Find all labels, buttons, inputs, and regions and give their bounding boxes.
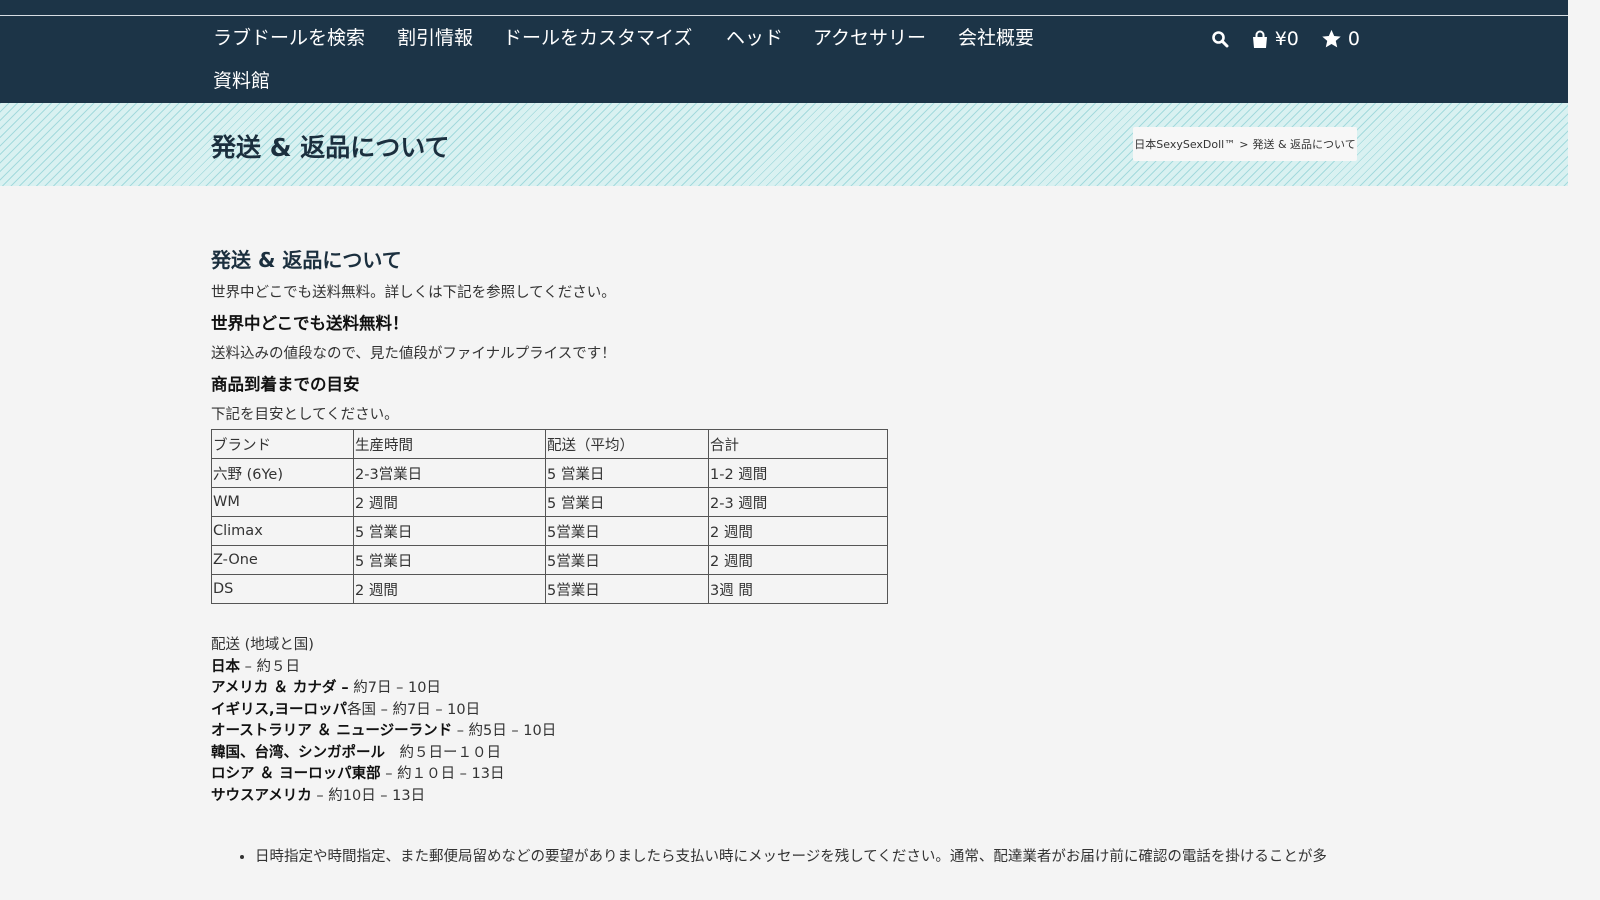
table-header-row: ブランド 生産時間 配送（平均） 合計 (211, 429, 888, 459)
free-shipping-heading: 世界中どこでも送料無料！ (211, 314, 409, 333)
region-time: – 約5日 – 10日 (452, 723, 557, 739)
table-header: ブランド (211, 429, 354, 459)
nav-item-search-dolls[interactable]: ラブドールを検索 (213, 25, 365, 51)
table-header: 配送（平均） (545, 429, 709, 459)
table-cell: 5営業日 (545, 574, 709, 604)
nav-item-customize[interactable]: ドールをカスタマイズ (503, 25, 692, 51)
shipping-notes: 日時指定や時間指定、また郵便局留めなどの要望がありましたら支払い時にメッセージを… (211, 847, 1351, 867)
table-cell: 5営業日 (545, 545, 709, 575)
intro-text: 世界中どこでも送料無料。詳しくは下記を参照してください。 (211, 285, 616, 301)
bag-icon (1252, 30, 1267, 48)
breadcrumb: 日本SexySexDoll™ > 発送 & 返品について (1133, 127, 1357, 161)
search-button[interactable] (1211, 30, 1229, 48)
region-time: 約7日 – 10日 (348, 680, 441, 696)
page-title: 発送 & 返品について (211, 133, 450, 162)
table-cell: 5 営業日 (353, 545, 546, 575)
region-line: 日本 – 約５日 (211, 657, 1351, 679)
shipping-regions: 配送 (地域と国) 日本 – 約５日 アメリカ ＆ カナダ – 約7日 – 10… (211, 635, 1351, 807)
nav-item-heads[interactable]: ヘッド (726, 25, 783, 51)
table-row: DS 2 週間 5営業日 3週 間 (211, 574, 888, 604)
region-time: – 約１０日 – 13日 (380, 766, 505, 782)
nav-item-accessories[interactable]: アクセサリー (813, 25, 926, 51)
nav-item-archive[interactable]: 資料館 (213, 68, 270, 94)
region-name: アメリカ ＆ カナダ – (211, 680, 349, 696)
region-line: イギリス,ヨーロッパ各国 – 約7日 – 10日 (211, 700, 1351, 722)
arrival-heading: 商品到着までの目安 (211, 375, 360, 394)
nav-item-discounts[interactable]: 割引情報 (397, 25, 473, 51)
table-cell: 1-2 週間 (708, 458, 888, 488)
breadcrumb-current: 発送 & 返品について (1252, 138, 1356, 151)
cart-amount: ¥0 (1274, 28, 1299, 50)
region-time: – 約10日 – 13日 (311, 787, 426, 804)
table-cell: 2-3 週間 (708, 487, 888, 517)
table-cell: 2-3営業日 (353, 458, 546, 488)
table-cell: 5 営業日 (545, 487, 709, 517)
table-cell: 5 営業日 (353, 516, 546, 546)
region-name: 韓国、台湾、シンガポール (211, 744, 385, 761)
list-item: 日時指定や時間指定、また郵便局留めなどの要望がありましたら支払い時にメッセージを… (255, 847, 1351, 867)
cart-button[interactable]: ¥0 (1251, 26, 1299, 52)
free-shipping-text: 送料込みの値段なので、見た値段がファイナルプライスです！ (211, 346, 616, 362)
top-divider (0, 15, 1568, 16)
table-cell: Z-One (211, 545, 354, 575)
table-row: WM 2 週間 5 営業日 2-3 週間 (211, 487, 888, 517)
table-cell: 3週 間 (708, 574, 888, 604)
region-time: – 約５日 (240, 658, 300, 675)
region-line: ロシア ＆ ヨーロッパ東部 – 約１０日 – 13日 (211, 764, 1351, 786)
region-name: イギリス,ヨーロッパ (211, 701, 348, 718)
region-name: サウスアメリカ (211, 787, 312, 804)
table-cell: 5 営業日 (545, 458, 709, 488)
breadcrumb-separator: > (1239, 137, 1249, 151)
delivery-time-table: ブランド 生産時間 配送（平均） 合計 六野 (6Ye) 2-3営業日 5 営業… (211, 429, 888, 604)
region-name: オーストラリア ＆ ニュージーランド (211, 723, 453, 739)
nav-item-company[interactable]: 会社概要 (958, 25, 1034, 51)
star-icon (1322, 29, 1341, 48)
region-name: 日本 (211, 658, 240, 675)
table-cell: 2 週間 (708, 516, 888, 546)
breadcrumb-home-link[interactable]: 日本SexySexDoll™ (1134, 136, 1235, 152)
region-name: ロシア ＆ ヨーロッパ東部 (211, 766, 381, 782)
region-line: 韓国、台湾、シンガポール 約５日ー１０日 (211, 743, 1351, 765)
arrival-text: 下記を目安としてください。 (211, 407, 399, 423)
table-cell: 六野 (6Ye) (211, 458, 354, 488)
region-time: 各国 – 約7日 – 10日 (347, 701, 481, 718)
content-heading: 発送 & 返品について (211, 248, 402, 272)
table-cell: 5営業日 (545, 516, 709, 546)
top-navigation-bar: ラブドールを検索 割引情報 ドールをカスタマイズ ヘッド アクセサリー 会社概要… (0, 0, 1568, 103)
regions-heading: 配送 (地域と国) (211, 637, 314, 653)
table-cell: 2 週間 (708, 545, 888, 575)
main-content: 発送 & 返品について 世界中どこでも送料無料。詳しくは下記を参照してください。… (211, 245, 1351, 867)
table-header: 生産時間 (353, 429, 546, 459)
region-line: アメリカ ＆ カナダ – 約7日 – 10日 (211, 678, 1351, 700)
region-time: 約５日ー１０日 (385, 744, 501, 761)
region-line: オーストラリア ＆ ニュージーランド – 約5日 – 10日 (211, 721, 1351, 743)
table-cell: DS (211, 574, 354, 604)
table-cell: Climax (211, 516, 354, 546)
table-row: Z-One 5 営業日 5営業日 2 週間 (211, 545, 888, 575)
table-cell: 2 週間 (353, 487, 546, 517)
table-row: 六野 (6Ye) 2-3営業日 5 営業日 1-2 週間 (211, 458, 888, 488)
nav-tools: ¥0 0 (1211, 26, 1360, 52)
wishlist-button[interactable]: 0 (1321, 26, 1360, 52)
wishlist-count: 0 (1347, 28, 1360, 50)
table-cell: WM (211, 487, 354, 517)
table-header: 合計 (708, 429, 888, 459)
table-cell: 2 週間 (353, 574, 546, 604)
page-banner: 発送 & 返品について 日本SexySexDoll™ > 発送 & 返品について (0, 103, 1568, 186)
region-line: サウスアメリカ – 約10日 – 13日 (211, 786, 1351, 808)
table-row: Climax 5 営業日 5営業日 2 週間 (211, 516, 888, 546)
search-icon (1211, 31, 1229, 48)
